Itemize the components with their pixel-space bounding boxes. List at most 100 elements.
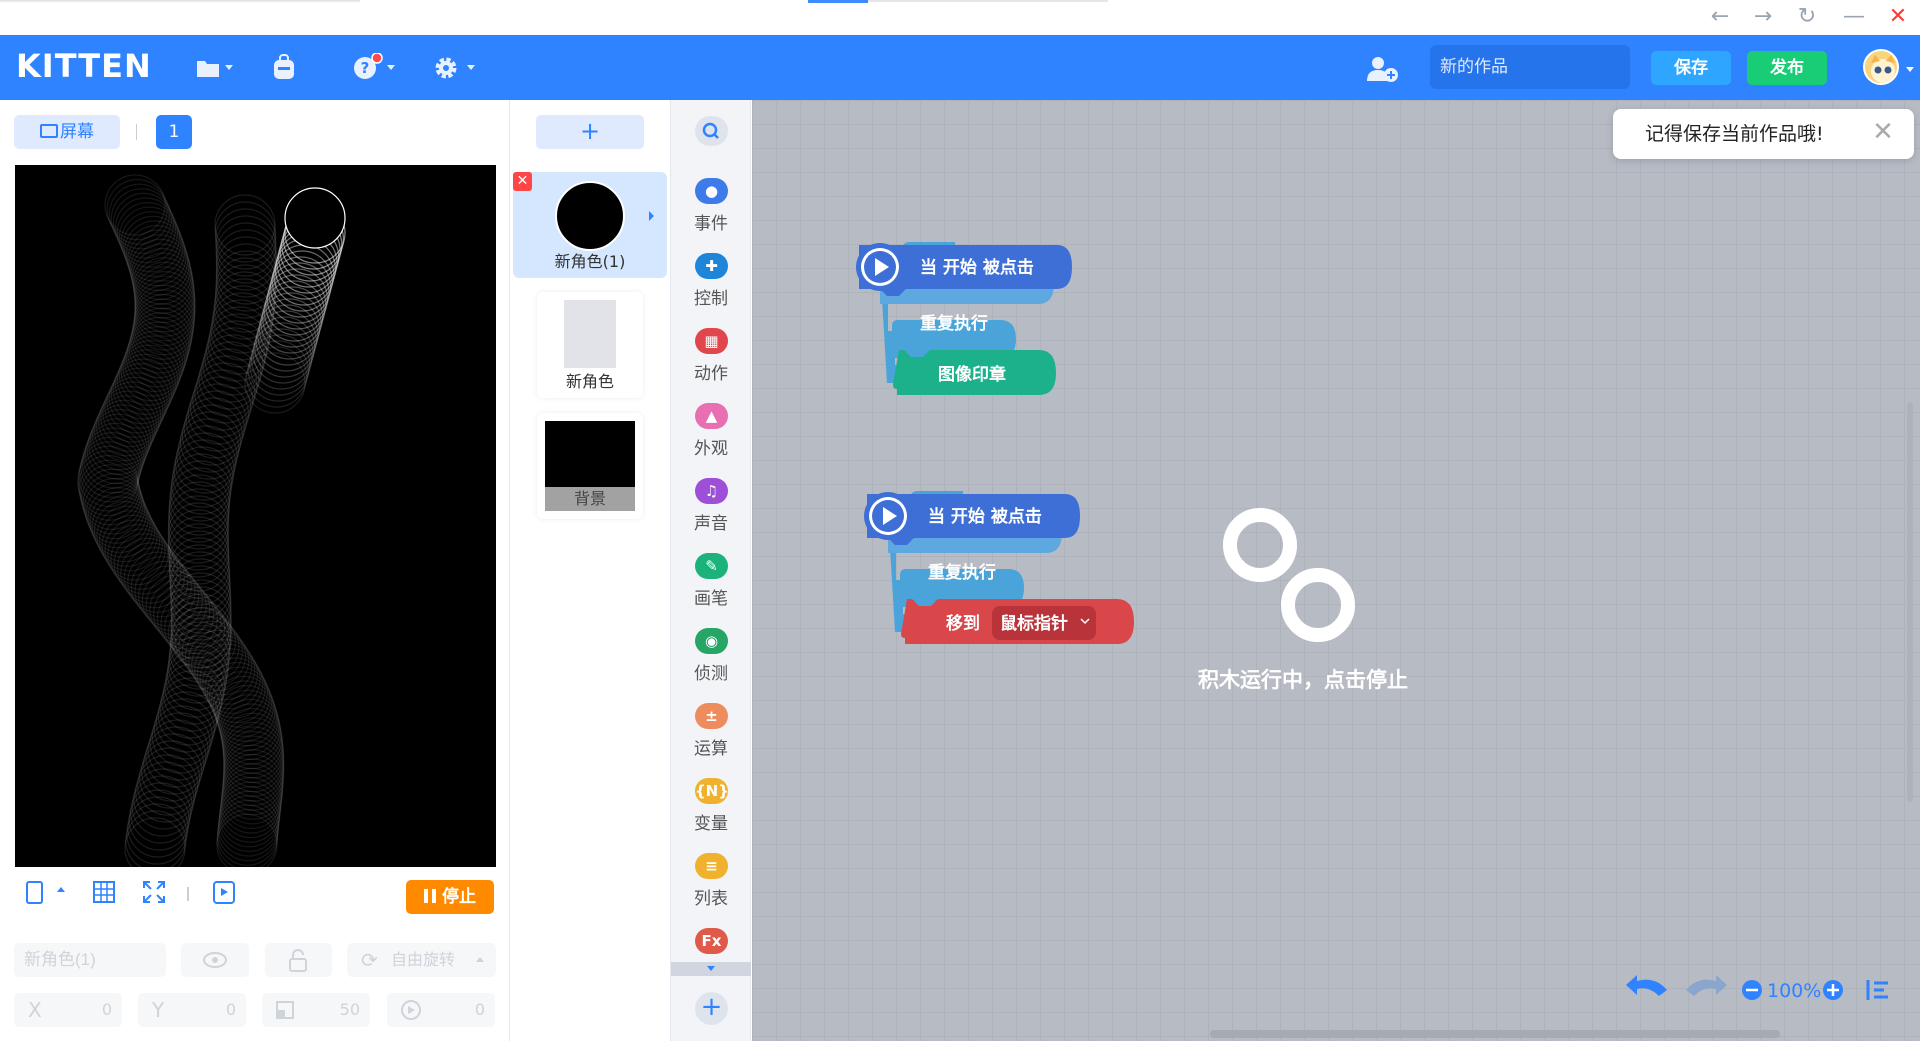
category-icon: ● xyxy=(695,178,728,204)
forward-arrow-icon[interactable]: → xyxy=(1749,4,1777,30)
back-arrow-icon[interactable]: ← xyxy=(1706,4,1734,30)
tab-strip xyxy=(868,0,1108,2)
category-icon: ♫ xyxy=(695,478,728,504)
stop-button-label: 停止 xyxy=(442,887,476,907)
save-reminder-toast: 记得保存当前作品哦! ✕ xyxy=(1613,109,1914,159)
running-status-label[interactable]: 积木运行中，点击停止 xyxy=(1183,664,1423,694)
category-2[interactable]: ▦ 动作 xyxy=(671,328,751,398)
category-glyph: ± xyxy=(705,707,718,725)
stamp-mark xyxy=(284,187,346,249)
palette-scrollbar[interactable] xyxy=(671,962,751,976)
publish-button[interactable]: 发布 xyxy=(1747,51,1827,85)
avatar[interactable] xyxy=(1863,49,1899,85)
category-label: 运算 xyxy=(694,739,728,759)
fullscreen-button[interactable] xyxy=(140,878,168,906)
grid-toggle-button[interactable] xyxy=(90,878,118,906)
category-8[interactable]: {N} 变量 xyxy=(671,778,751,848)
screen-button-label: 屏幕 xyxy=(60,122,94,142)
category-0[interactable]: ● 事件 xyxy=(671,178,751,248)
chevron-down-icon xyxy=(387,65,395,70)
sprite-card[interactable]: ✕ 新角色(1) xyxy=(513,172,667,278)
sprite-name-input[interactable] xyxy=(14,943,166,977)
category-5[interactable]: ✎ 画笔 xyxy=(671,553,751,623)
backpack-button[interactable] xyxy=(271,53,301,85)
when-start-label: 当 开始 被点击 xyxy=(920,257,1034,278)
svg-text:?: ? xyxy=(361,59,370,77)
workspace-h-scrollbar[interactable] xyxy=(1210,1030,1780,1038)
stop-button[interactable]: 停止 xyxy=(406,880,494,914)
category-6[interactable]: ◉ 侦测 xyxy=(671,628,751,698)
size-field[interactable]: 50 xyxy=(262,993,370,1027)
script-follow-mouse[interactable]: 重复执行 移到 鼠标指针 当 开始 被点击 xyxy=(864,491,1134,644)
sprite-card[interactable]: 新角色 xyxy=(537,292,643,398)
stamp-mark xyxy=(128,789,190,851)
sprite-label: 新角色 xyxy=(565,372,614,391)
grid-icon xyxy=(93,881,115,903)
rotation-style-label: 自由旋转 xyxy=(391,950,456,969)
add-sprite-button[interactable]: + xyxy=(536,115,644,149)
titlebar-shadow xyxy=(0,0,360,3)
gear-icon xyxy=(435,57,457,79)
minimize-icon[interactable]: — xyxy=(1840,4,1868,30)
category-label: 声音 xyxy=(694,514,728,534)
repeat-block-label: 重复执行 xyxy=(928,562,996,583)
lock-toggle[interactable] xyxy=(265,943,332,977)
background-card[interactable]: 背景 xyxy=(537,413,643,519)
category-icon: Fx xyxy=(695,928,728,954)
category-icon: ≡ xyxy=(695,853,728,879)
direction-field[interactable]: 0 xyxy=(387,993,495,1027)
collaborate-button[interactable] xyxy=(1366,53,1402,85)
category-9[interactable]: ≡ 列表 xyxy=(671,853,751,923)
stamp-block-label: 图像印章 xyxy=(938,364,1006,385)
code-workspace[interactable]: 重复执行 图像印章 当 开始 被点击 重复执行 移到 鼠标指针 当 开始 被点击 xyxy=(752,100,1920,1041)
save-button[interactable]: 保存 xyxy=(1651,51,1731,85)
category-3[interactable]: ▲ 外观 xyxy=(671,403,751,473)
settings-menu-button[interactable] xyxy=(433,53,475,85)
help-menu-button[interactable]: ? xyxy=(353,53,395,85)
stage-size-dropdown[interactable] xyxy=(54,878,68,906)
sprite-label: 新角色(1) xyxy=(554,252,626,271)
zoom-out-icon[interactable] xyxy=(1742,980,1762,1000)
add-extension-button[interactable]: + xyxy=(695,992,728,1025)
top-navbar: KITTEN ? 新的作品 保存 发布 xyxy=(0,35,1920,100)
running-gears-icon[interactable] xyxy=(1223,508,1355,642)
undo-icon[interactable] xyxy=(1626,975,1667,996)
category-label: 动作 xyxy=(694,364,728,384)
x-value: 0 xyxy=(101,1000,112,1019)
help-icon: ? xyxy=(354,53,383,79)
category-4[interactable]: ♫ 声音 xyxy=(671,478,751,548)
category-label: 画笔 xyxy=(694,589,728,609)
category-7[interactable]: ± 运算 xyxy=(671,703,751,773)
stage-canvas[interactable] xyxy=(15,165,496,867)
play-mode-button[interactable] xyxy=(210,878,238,906)
align-blocks-icon[interactable] xyxy=(1866,980,1888,1000)
x-position-field[interactable]: X 0 xyxy=(14,993,122,1027)
y-value: 0 xyxy=(225,1000,236,1019)
script-stamp[interactable]: 重复执行 图像印章 当 开始 被点击 xyxy=(856,242,1072,395)
category-icon: ▦ xyxy=(695,328,728,354)
project-name-input[interactable] xyxy=(1430,45,1630,89)
category-1[interactable]: ✚ 控制 xyxy=(671,253,751,323)
add-user-icon xyxy=(1367,57,1398,82)
file-menu-button[interactable] xyxy=(195,53,233,85)
stage-size-button[interactable] xyxy=(20,878,48,906)
refresh-icon[interactable]: ↻ xyxy=(1793,4,1821,30)
screen-page-tab[interactable]: 1 xyxy=(156,115,192,149)
stage-panel: 屏幕 1 停止 新角色(1) ⟳ 自由旋转 X 0 Y 0 50 0 xyxy=(0,100,510,1041)
rotation-style-select[interactable]: ⟳ 自由旋转 xyxy=(347,943,496,977)
close-icon[interactable]: ✕ xyxy=(1870,119,1896,145)
y-position-field[interactable]: Y 0 xyxy=(138,993,246,1027)
category-glyph: ▦ xyxy=(704,332,719,350)
screen-button[interactable]: 屏幕 xyxy=(14,115,120,149)
category-glyph: ✎ xyxy=(705,557,718,575)
redo-icon[interactable] xyxy=(1686,975,1727,996)
workspace-v-scrollbar[interactable] xyxy=(1907,402,1913,802)
visibility-toggle[interactable] xyxy=(181,943,249,977)
close-icon[interactable]: ✕ xyxy=(1884,4,1912,30)
category-glyph: ✚ xyxy=(705,257,718,275)
eye-icon xyxy=(203,952,227,968)
zoom-in-icon[interactable] xyxy=(1823,980,1843,1000)
stamp-mark xyxy=(131,775,193,837)
block-search-button[interactable] xyxy=(695,116,728,146)
search-icon xyxy=(702,122,719,139)
